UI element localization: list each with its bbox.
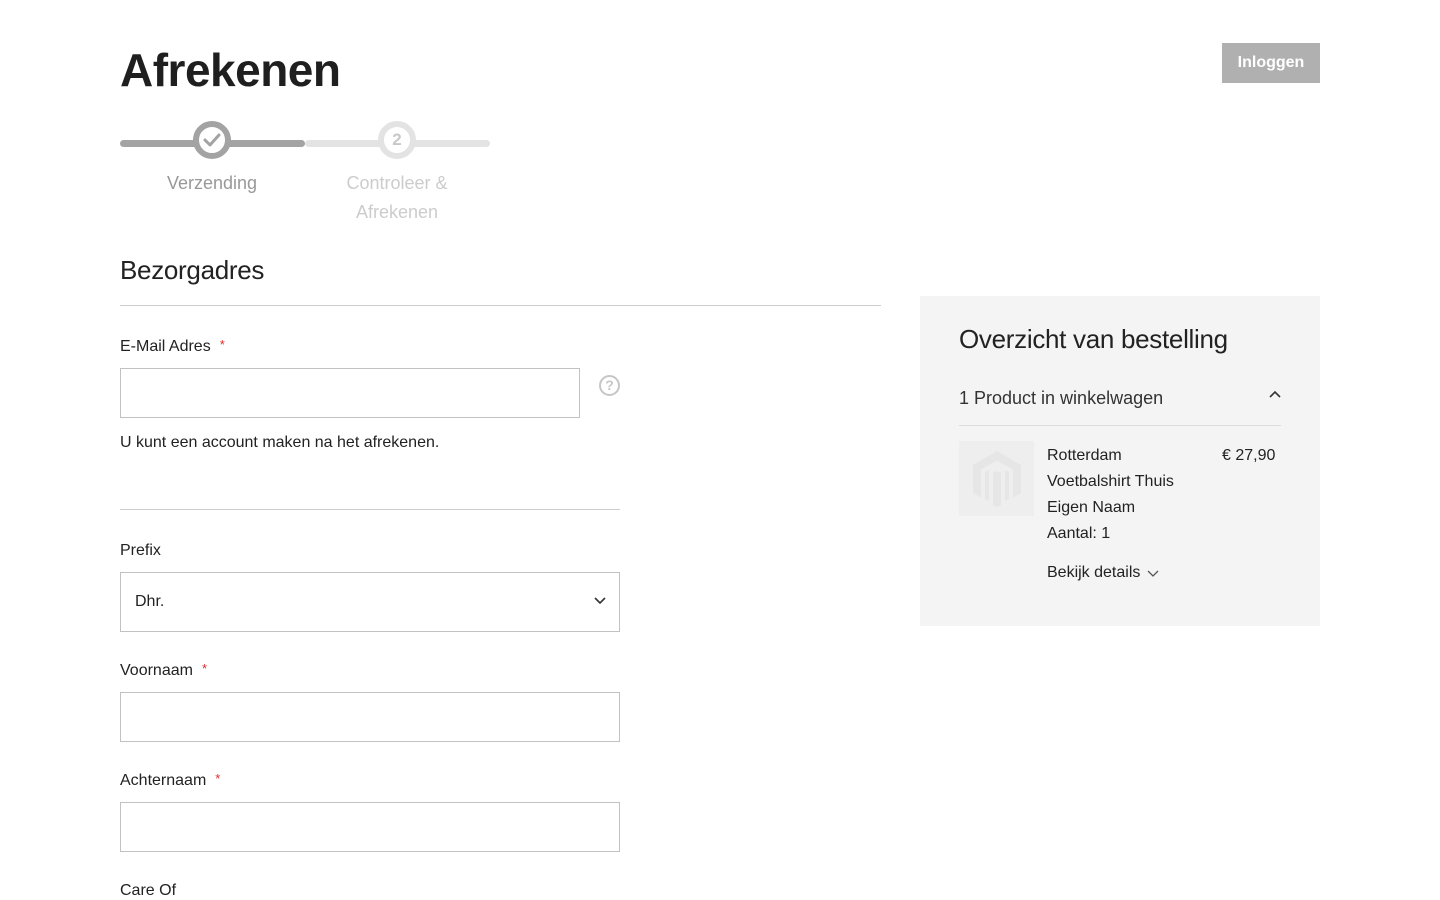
summary-divider [959, 425, 1281, 426]
chevron-down-icon [594, 597, 606, 605]
step-2-circle: 2 [378, 121, 416, 159]
email-label: E-Mail Adres * [120, 337, 225, 357]
step-1-circle [193, 121, 231, 159]
check-icon [203, 133, 221, 147]
magento-logo-icon [972, 450, 1021, 507]
prefix-select[interactable]: Dhr. [120, 572, 620, 632]
order-summary: Overzicht van bestelling 1 Product in wi… [920, 296, 1320, 626]
lastname-label: Achternaam * [120, 771, 220, 791]
product-price: € 27,90 [1222, 447, 1276, 464]
required-mark: * [201, 661, 207, 676]
chevron-up-icon[interactable] [1268, 390, 1282, 400]
step-2-label: Controleer & Afrekenen [346, 173, 448, 222]
email-label-text: E-Mail Adres [120, 338, 211, 355]
summary-title: Overzicht van bestelling [959, 324, 1228, 354]
product-thumbnail[interactable] [959, 441, 1034, 516]
view-details-label: Bekijk details [1047, 564, 1141, 581]
product-quantity: Aantal: 1 [1047, 525, 1111, 542]
firstname-label: Voornaam * [120, 661, 207, 681]
firstname-label-text: Voornaam [120, 662, 193, 679]
shipping-address-title: Bezorgadres [120, 255, 265, 285]
required-mark: * [219, 337, 225, 352]
cart-items-toggle[interactable]: 1 Product in winkelwagen [959, 388, 1163, 409]
chevron-down-icon [1147, 570, 1159, 577]
checkout-page: Afrekenen Inloggen Verzending 2 Controle… [0, 0, 1440, 900]
page-title: Afrekenen [120, 44, 341, 96]
lastname-label-text: Achternaam [120, 772, 207, 789]
firstname-field[interactable] [120, 692, 620, 742]
login-button[interactable]: Inloggen [1222, 43, 1320, 83]
product-name: Rotterdam Voetbalshirt Thuis Eigen Naam [1047, 447, 1174, 516]
lastname-field[interactable] [120, 802, 620, 852]
email-field[interactable] [120, 368, 580, 418]
prefix-label: Prefix [120, 542, 161, 559]
section-divider [120, 305, 881, 306]
prefix-selected-value: Dhr. [135, 593, 165, 610]
email-note: U kunt een account maken na het afrekene… [120, 434, 440, 451]
step-1-label: Verzending [166, 173, 258, 193]
checkout-progress-bar: Verzending 2 Controleer & Afrekenen [120, 120, 490, 222]
form-divider [120, 509, 620, 510]
view-details-toggle[interactable]: Bekijk details [1047, 560, 1159, 586]
question-mark-icon[interactable]: ? [599, 375, 620, 396]
required-mark: * [215, 771, 221, 786]
step-2-number: 2 [392, 130, 402, 149]
care-of-label: Care Of [120, 882, 177, 899]
